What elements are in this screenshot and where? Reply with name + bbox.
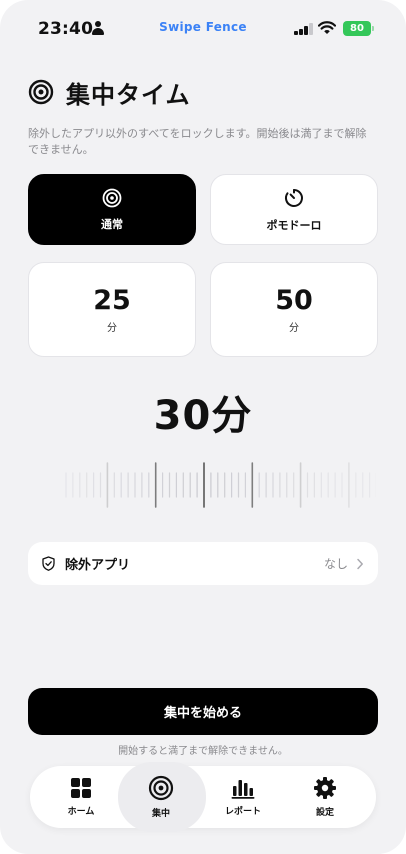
tab-label: レポート bbox=[224, 807, 261, 817]
tab-focus[interactable]: 集中 bbox=[118, 762, 206, 832]
wifi-icon bbox=[318, 21, 336, 34]
preset-unit: 分 bbox=[289, 323, 299, 334]
preset-25-button[interactable]: 25 分 bbox=[28, 262, 196, 357]
excluded-apps-label: 除外アプリ bbox=[65, 558, 131, 573]
page-description: 除外したアプリ以外のすべてをロックします。開始後は満了まで解除できません。 bbox=[28, 127, 367, 156]
signal-icon bbox=[294, 23, 314, 35]
duration-display: 30分 bbox=[153, 393, 253, 439]
grid-icon bbox=[71, 778, 91, 798]
page-header: 集中タイム bbox=[28, 74, 191, 110]
target-icon bbox=[28, 79, 54, 105]
preset-value: 25 bbox=[93, 285, 131, 316]
tab-label: 設定 bbox=[315, 808, 334, 818]
preset-50-button[interactable]: 50 分 bbox=[210, 262, 378, 357]
chevron-right-icon bbox=[357, 558, 363, 569]
mode-pomodoro-label: ポモドーロ bbox=[266, 218, 322, 232]
excluded-apps-value: なし bbox=[323, 557, 348, 571]
start-note: 開始すると満了まで解除できません。 bbox=[118, 746, 288, 757]
phone-screen: 23:40 Swipe Fence 80 集中タイム 除外したアプリ以外のすべて… bbox=[0, 0, 406, 854]
excluded-apps-row[interactable]: 除外アプリ なし bbox=[28, 542, 378, 585]
mode-normal-label: 通常 bbox=[101, 217, 123, 231]
timer-icon bbox=[284, 188, 303, 207]
tab-label: 集中 bbox=[151, 809, 170, 819]
tab-report[interactable]: レポート bbox=[200, 766, 286, 828]
preset-value: 50 bbox=[275, 285, 313, 316]
page-title: 集中タイム bbox=[66, 80, 191, 109]
mode-normal-button[interactable]: 通常 bbox=[28, 174, 196, 245]
preset-unit: 分 bbox=[107, 323, 117, 334]
duration-ruler-slider[interactable] bbox=[60, 452, 376, 518]
shield-check-icon bbox=[42, 556, 55, 571]
tab-label: ホーム bbox=[67, 807, 95, 817]
gear-icon bbox=[314, 777, 336, 799]
battery-indicator: 80 bbox=[343, 21, 374, 36]
tab-settings[interactable]: 設定 bbox=[282, 766, 368, 828]
target-icon bbox=[102, 188, 122, 207]
tab-bar: ホーム 集中 レポート 設定 bbox=[30, 762, 376, 832]
target-icon bbox=[148, 775, 174, 801]
status-bar: 23:40 Swipe Fence 80 bbox=[0, 0, 406, 56]
mode-pomodoro-button[interactable]: ポモドーロ bbox=[210, 174, 378, 245]
bar-chart-icon bbox=[231, 780, 255, 799]
tab-home[interactable]: ホーム bbox=[38, 766, 124, 828]
start-focus-button[interactable]: 集中を始める bbox=[28, 688, 378, 735]
